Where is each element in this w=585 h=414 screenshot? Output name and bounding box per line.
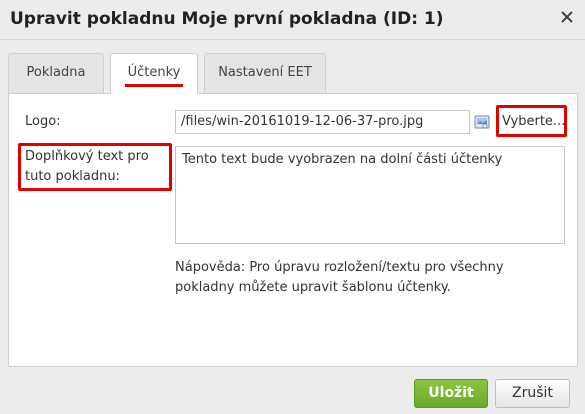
receipt-settings-panel: Logo: /files/win-20161019-12-06-37-pro.j… — [8, 93, 578, 367]
edit-cash-register-dialog: Upravit pokladnu Moje první pokladna (ID… — [0, 0, 585, 414]
extra-text-textarea[interactable]: Tento text bude vyobrazen na dolní části… — [175, 146, 565, 244]
extra-text-label-highlight — [18, 143, 172, 191]
choose-button-highlight — [496, 105, 567, 137]
logo-label: Logo: — [25, 114, 61, 129]
tab-nastaveni-eet[interactable]: Nastavení EET — [204, 53, 326, 93]
image-browse-icon[interactable] — [474, 114, 490, 130]
tab-bar: Pokladna Účtenky Nastavení EET — [8, 53, 578, 94]
save-button[interactable]: Uložit — [414, 379, 488, 408]
close-icon[interactable] — [558, 9, 576, 27]
active-tab-highlight — [125, 84, 183, 87]
tab-uctenky-label: Účtenky — [127, 65, 181, 80]
tab-uctenky[interactable]: Účtenky — [110, 53, 198, 94]
logo-path-input[interactable]: /files/win-20161019-12-06-37-pro.jpg — [175, 110, 470, 134]
tab-nastaveni-eet-label: Nastavení EET — [218, 65, 312, 80]
help-text: Nápověda: Pro úpravu rozložení/textu pro… — [175, 260, 504, 295]
dialog-title: Upravit pokladnu Moje první pokladna (ID… — [10, 9, 444, 29]
tab-pokladna-label: Pokladna — [26, 65, 86, 80]
dialog-titlebar: Upravit pokladnu Moje první pokladna (ID… — [0, 0, 585, 40]
close-x-icon — [561, 11, 573, 23]
tab-pokladna[interactable]: Pokladna — [8, 53, 104, 93]
cancel-button[interactable]: Zrušit — [495, 379, 570, 408]
